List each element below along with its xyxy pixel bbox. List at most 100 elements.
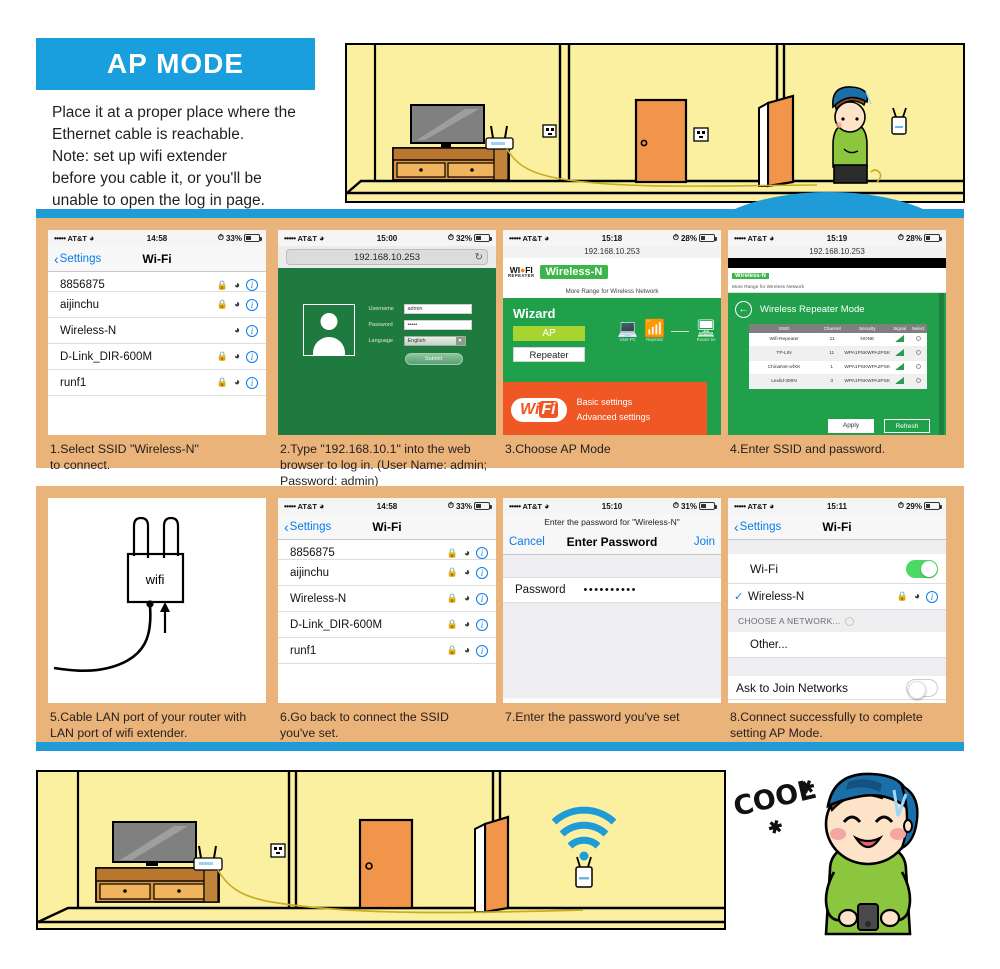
basic-settings-link[interactable]: Basic settings	[577, 395, 651, 410]
ssid-label: Wireless-N	[60, 324, 117, 337]
refresh-button[interactable]: Refresh	[884, 419, 930, 433]
cell-signal	[890, 335, 910, 344]
screenshot-step-6: ••••• AT&T ◕ 14:58 ⏱ 33% ‹ Settings Wi-F…	[278, 498, 496, 703]
cable-diagram-svg: wifi	[48, 498, 266, 703]
intro-line: Note: set up wifi extender	[52, 148, 227, 165]
info-icon[interactable]: i	[246, 298, 258, 311]
caption-step-3: 3.Choose AP Mode	[505, 442, 611, 456]
info-icon[interactable]: i	[246, 376, 258, 389]
list-item[interactable]: 8856875 🔒 ◕ i	[48, 272, 266, 292]
info-icon[interactable]: i	[476, 592, 488, 605]
list-item-wireless-n[interactable]: Wireless-N 🔒 ◕ i	[278, 586, 496, 612]
logo-subtitle: REPEATER	[508, 273, 535, 279]
username-label: Username	[368, 306, 394, 312]
ssid-label: Wireless-N	[290, 592, 347, 605]
info-icon[interactable]: i	[926, 590, 938, 603]
laptop-icon: 💻	[617, 319, 639, 338]
username-field[interactable]: admin	[403, 304, 472, 314]
cell-select[interactable]	[909, 378, 927, 385]
radio-icon[interactable]	[915, 378, 921, 383]
ios-nav-bar: ‹ Settings Wi-Fi	[278, 514, 496, 540]
info-icon[interactable]: i	[476, 618, 488, 631]
table-row[interactable]: ChinaNet-wfXK 1 WPA1PSKWPA2PSK	[749, 361, 927, 375]
list-item[interactable]: D-Link_DIR-600M 🔒 ◕ i	[278, 612, 496, 638]
radio-icon[interactable]	[915, 350, 921, 355]
battery-area: ⏱ 28%	[673, 233, 717, 243]
cell-select[interactable]	[909, 364, 927, 371]
router-login-page: Username admin Password ••••• Language E…	[278, 268, 496, 435]
steps-row-1: ••••• AT&T ◕ 14:58 ⏱ 33% ‹ Settings Wi-F…	[36, 218, 964, 488]
list-item[interactable]: runf1 🔒 ◕ i	[278, 638, 496, 664]
screenshot-step-2: ••••• AT&T ◕ 15:00 ⏱ 32% 192.168.10.253 …	[278, 230, 496, 435]
reload-icon[interactable]: ↻	[475, 252, 483, 263]
ask-to-join-toggle[interactable]	[906, 678, 938, 699]
brand-chip: Wireless-N	[539, 265, 609, 279]
other-network-row[interactable]: Other...	[728, 632, 946, 658]
ssid-label: 8856875	[60, 279, 105, 291]
brand-chip: Wireless-N	[732, 273, 769, 279]
url-display[interactable]: 192.168.10.253	[503, 246, 721, 258]
info-icon[interactable]: i	[246, 279, 258, 291]
diagram-link	[671, 330, 690, 332]
submit-button[interactable]: Submit	[404, 353, 463, 365]
node-label: User-PC	[619, 337, 636, 342]
info-icon[interactable]: i	[246, 350, 258, 363]
row-icons: 🔒 ◕ i	[217, 376, 258, 389]
info-icon[interactable]: i	[476, 566, 488, 579]
page-title: Wi-Fi	[142, 251, 172, 266]
apply-button[interactable]: Apply	[828, 419, 874, 433]
blue-divider-top	[36, 209, 964, 218]
login-form-area: Username admin Password ••••• Language E…	[302, 304, 472, 365]
radio-icon[interactable]	[915, 364, 921, 369]
info-icon[interactable]: i	[476, 644, 488, 657]
battery-area: ⏱ 28%	[898, 233, 942, 243]
table-row[interactable]: Wifi-Repeater 11 NONE	[749, 333, 927, 347]
brand-tagline: More Range for Wireless Network	[728, 284, 946, 293]
language-select[interactable]: English ▼	[403, 336, 466, 346]
advanced-settings-link[interactable]: Advanced settings	[577, 410, 651, 425]
alarm-icon: ⏱	[672, 501, 679, 510]
join-button[interactable]: Join	[694, 536, 715, 548]
cell-select[interactable]	[909, 336, 927, 343]
connected-network-row[interactable]: ✓ Wireless-N 🔒 ◕ i	[728, 584, 946, 610]
page-header: ← Wireless Repeater Mode	[735, 301, 939, 318]
wifi-icon: ◕	[233, 351, 240, 362]
scrollbar[interactable]	[939, 293, 944, 435]
cell-channel: 3	[830, 379, 834, 384]
list-item[interactable]: aijinchu 🔒 ◕ i	[278, 560, 496, 586]
info-icon[interactable]: i	[246, 324, 258, 337]
url-display[interactable]: 192.168.10.253	[728, 246, 946, 258]
url-input[interactable]: 192.168.10.253 ↻	[286, 249, 488, 265]
caption-step-5: 5.Cable LAN port of your router with LAN…	[50, 710, 247, 741]
table-row[interactable]: TP-LIN 11 WPA1PSKWPA2PSK	[749, 347, 927, 361]
wifi-icon: ◕	[233, 279, 240, 291]
wifi-toggle-row[interactable]: Wi-Fi	[728, 554, 946, 584]
battery-icon	[924, 234, 942, 242]
password-input-row[interactable]: Password ••••••••••	[503, 577, 721, 603]
password-field[interactable]: •••••	[403, 320, 472, 330]
list-item[interactable]: aijinchu 🔒 ◕ i	[48, 292, 266, 318]
back-arrow-icon[interactable]: ←	[735, 301, 752, 318]
list-item[interactable]: runf1 🔒 ◕ i	[48, 370, 266, 396]
password-input[interactable]: ••••••••••	[584, 584, 638, 596]
list-item[interactable]: D-Link_DIR-600M 🔒 ◕ i	[48, 344, 266, 370]
ios-status-bar: ••••• AT&T ◕ 14:58 ⏱ 33%	[278, 498, 496, 514]
network-scan-table: SSID Channel Security Signal Select Wifi…	[749, 324, 927, 389]
repeater-mode-button[interactable]: Repeater	[513, 347, 585, 362]
wifi-toggle-switch[interactable]	[906, 559, 938, 578]
wifi-icon: ◕	[463, 567, 470, 578]
list-item[interactable]: 8856875 🔒 ◕ i	[278, 540, 496, 560]
cell-select[interactable]	[909, 350, 927, 357]
ask-to-join-row[interactable]: Ask to Join Networks	[728, 676, 946, 700]
section-gap	[728, 540, 946, 554]
table-row[interactable]: Lexlid-300N 3 WPA1PSKWPA2PSK	[749, 375, 927, 389]
row-icons: 🔒 ◕ i	[217, 350, 258, 363]
battery-icon	[474, 234, 492, 242]
wifi-icon: ◕	[463, 593, 470, 604]
radio-icon[interactable]	[915, 336, 921, 341]
wifi-repeater-logo-icon: WI●FI REPEATER	[508, 264, 535, 279]
password-label: Password	[368, 322, 393, 328]
list-item-wireless-n[interactable]: Wireless-N ◕ i	[48, 318, 266, 344]
ap-mode-button[interactable]: AP	[513, 326, 585, 341]
info-icon[interactable]: i	[476, 547, 488, 559]
